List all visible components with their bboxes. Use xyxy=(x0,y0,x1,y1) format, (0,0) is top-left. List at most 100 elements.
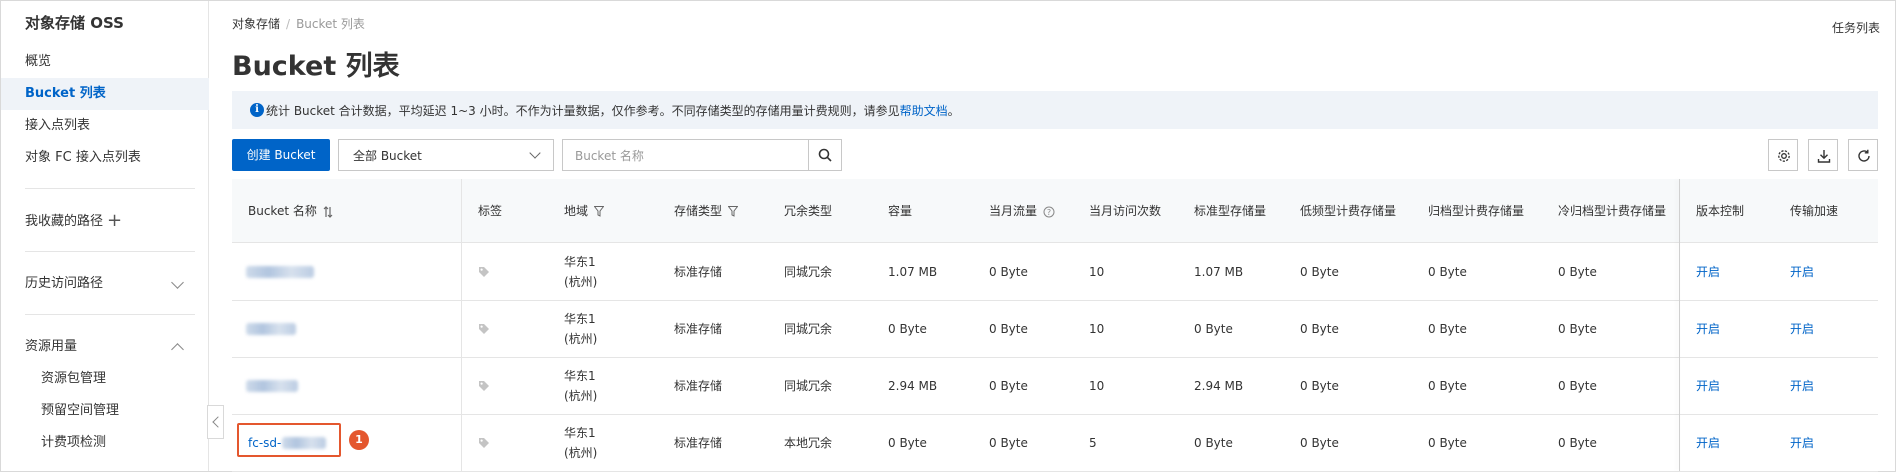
column-header-storage-class[interactable]: 存储类型 xyxy=(674,179,739,243)
sidebar-divider xyxy=(25,314,195,315)
column-header-storage-class-label: 存储类型 xyxy=(674,204,723,218)
tag-icon[interactable] xyxy=(478,380,490,392)
redacted-bucket-name xyxy=(246,380,298,392)
add-favorite-icon[interactable]: + xyxy=(107,210,122,231)
history-label: 历史访问路径 xyxy=(25,276,104,291)
sidebar-collapse-button[interactable] xyxy=(207,405,224,439)
column-header-name[interactable]: Bucket 名称 xyxy=(248,179,333,243)
sidebar-item-billing-check[interactable]: 计费项检测 xyxy=(1,427,209,459)
sidebar-item-reserved-space[interactable]: 预留空间管理 xyxy=(1,395,209,427)
filter-icon[interactable] xyxy=(727,206,739,217)
bucket-search-input[interactable]: Bucket 名称 xyxy=(562,139,810,171)
cell-requests: 10 xyxy=(1089,322,1105,336)
cell-cold: 0 Byte xyxy=(1558,265,1597,279)
column-header-capacity: 容量 xyxy=(888,204,913,218)
sidebar-item-overview[interactable]: 概览 xyxy=(1,46,209,78)
cell-cold: 0 Byte xyxy=(1558,379,1597,393)
versioning-enable-link[interactable]: 开启 xyxy=(1696,244,1720,300)
region-city: (杭州) xyxy=(564,446,598,460)
tag-icon[interactable] xyxy=(478,323,490,335)
cell-region: 华东1 (杭州) xyxy=(564,366,597,406)
cell-archive: 0 Byte xyxy=(1428,265,1467,279)
region-name: 华东1 xyxy=(564,426,596,440)
breadcrumb-separator: / xyxy=(286,17,291,31)
column-header-region[interactable]: 地域 xyxy=(564,179,605,243)
breadcrumb-current: Bucket 列表 xyxy=(296,17,365,31)
cell-storage-class: 标准存储 xyxy=(674,322,723,336)
acceleration-enable-link[interactable]: 开启 xyxy=(1790,415,1814,471)
cell-storage-class: 标准存储 xyxy=(674,436,723,450)
tag-icon[interactable] xyxy=(478,266,490,278)
cell-standard: 1.07 MB xyxy=(1194,265,1244,279)
sort-icon[interactable] xyxy=(323,205,333,218)
column-header-traffic-label: 当月流量 xyxy=(989,204,1038,218)
help-icon[interactable]: ? xyxy=(1043,206,1055,218)
sidebar: 对象存储 OSS 概览 Bucket 列表 接入点列表 对象 FC 接入点列表 … xyxy=(1,1,209,471)
page-title: Bucket 列表 xyxy=(232,51,400,82)
bucket-filter-select[interactable]: 全部 Bucket xyxy=(338,139,554,171)
cell-cold: 0 Byte xyxy=(1558,436,1597,450)
column-header-versioning: 版本控制 xyxy=(1696,204,1745,218)
column-header-redundancy: 冗余类型 xyxy=(784,204,833,218)
settings-button[interactable] xyxy=(1768,139,1798,171)
cell-redundancy: 同城冗余 xyxy=(784,379,833,393)
sidebar-item-fc-access-points[interactable]: 对象 FC 接入点列表 xyxy=(1,142,209,174)
callout-highlight xyxy=(237,423,341,457)
tag-icon[interactable] xyxy=(478,437,490,449)
versioning-enable-link[interactable]: 开启 xyxy=(1696,301,1720,357)
table-row: fc-sd- 华东1 (杭州) 标准存储 本地冗余 0 Byte 0 Byte 5 0 Byte… xyxy=(232,415,1878,472)
column-divider xyxy=(461,179,462,471)
column-header-requests: 当月访问次数 xyxy=(1089,204,1162,218)
cell-archive: 0 Byte xyxy=(1428,379,1467,393)
versioning-enable-link[interactable]: 开启 xyxy=(1696,415,1720,471)
breadcrumb: 对象存储 / Bucket 列表 xyxy=(232,15,365,32)
refresh-button[interactable] xyxy=(1848,139,1878,171)
cell-ia: 0 Byte xyxy=(1300,379,1339,393)
table-row: 华东1 (杭州) 标准存储 同城冗余 0 Byte 0 Byte 10 0 Byte 0 Byt… xyxy=(232,301,1878,358)
column-header-cold: 冷归档型计费存储量 xyxy=(1558,204,1667,218)
create-bucket-button[interactable]: 创建 Bucket xyxy=(232,139,330,171)
acceleration-enable-link[interactable]: 开启 xyxy=(1790,244,1814,300)
column-header-acceleration: 传输加速 xyxy=(1790,204,1839,218)
bucket-filter-value: 全部 Bucket xyxy=(353,149,422,163)
help-doc-link[interactable]: 帮助文档 xyxy=(900,104,948,118)
search-icon xyxy=(818,148,832,162)
acceleration-enable-link[interactable]: 开启 xyxy=(1790,358,1814,414)
cell-traffic: 0 Byte xyxy=(989,265,1028,279)
cell-standard: 2.94 MB xyxy=(1194,379,1244,393)
column-header-name-label: Bucket 名称 xyxy=(248,204,317,218)
favorites-label: 我收藏的路径 xyxy=(25,214,104,229)
download-button[interactable] xyxy=(1808,139,1838,171)
cell-archive: 0 Byte xyxy=(1428,436,1467,450)
sidebar-item-resource-packages[interactable]: 资源包管理 xyxy=(1,363,209,395)
sidebar-divider xyxy=(25,251,195,252)
sidebar-item-bucket-list[interactable]: Bucket 列表 xyxy=(1,78,209,110)
info-icon: i xyxy=(250,103,264,117)
cell-redundancy: 本地冗余 xyxy=(784,436,833,450)
refresh-icon xyxy=(1858,149,1870,162)
versioning-enable-link[interactable]: 开启 xyxy=(1696,358,1720,414)
breadcrumb-root[interactable]: 对象存储 xyxy=(232,17,280,31)
sidebar-favorites[interactable]: 我收藏的路径 xyxy=(1,206,209,238)
filter-icon[interactable] xyxy=(593,206,605,217)
cell-ia: 0 Byte xyxy=(1300,265,1339,279)
column-header-standard: 标准型存储量 xyxy=(1194,204,1267,218)
task-list-link[interactable]: 任务列表 xyxy=(1832,19,1880,36)
table-row: 华东1 (杭州) 标准存储 同城冗余 2.94 MB 0 Byte 10 2.94 MB 0 B… xyxy=(232,358,1878,415)
cell-capacity: 2.94 MB xyxy=(888,379,938,393)
cell-region: 华东1 (杭州) xyxy=(564,423,597,463)
cell-requests: 10 xyxy=(1089,379,1105,393)
column-header-archive: 归档型计费存储量 xyxy=(1428,204,1525,218)
search-button[interactable] xyxy=(808,139,842,171)
acceleration-enable-link[interactable]: 开启 xyxy=(1790,301,1814,357)
notice-suffix: 。 xyxy=(947,104,960,118)
cell-requests: 5 xyxy=(1089,436,1097,450)
notice-text: 统计 Bucket 合计数据，平均延迟 1~3 小时。不作为计量数据，仅作参考。… xyxy=(266,102,960,119)
region-name: 华东1 xyxy=(564,312,596,326)
cell-capacity: 1.07 MB xyxy=(888,265,938,279)
sidebar-item-access-points[interactable]: 接入点列表 xyxy=(1,110,209,142)
redacted-bucket-name xyxy=(246,323,296,335)
cell-redundancy: 同城冗余 xyxy=(784,322,833,336)
cell-capacity: 0 Byte xyxy=(888,322,927,336)
region-name: 华东1 xyxy=(564,255,596,269)
